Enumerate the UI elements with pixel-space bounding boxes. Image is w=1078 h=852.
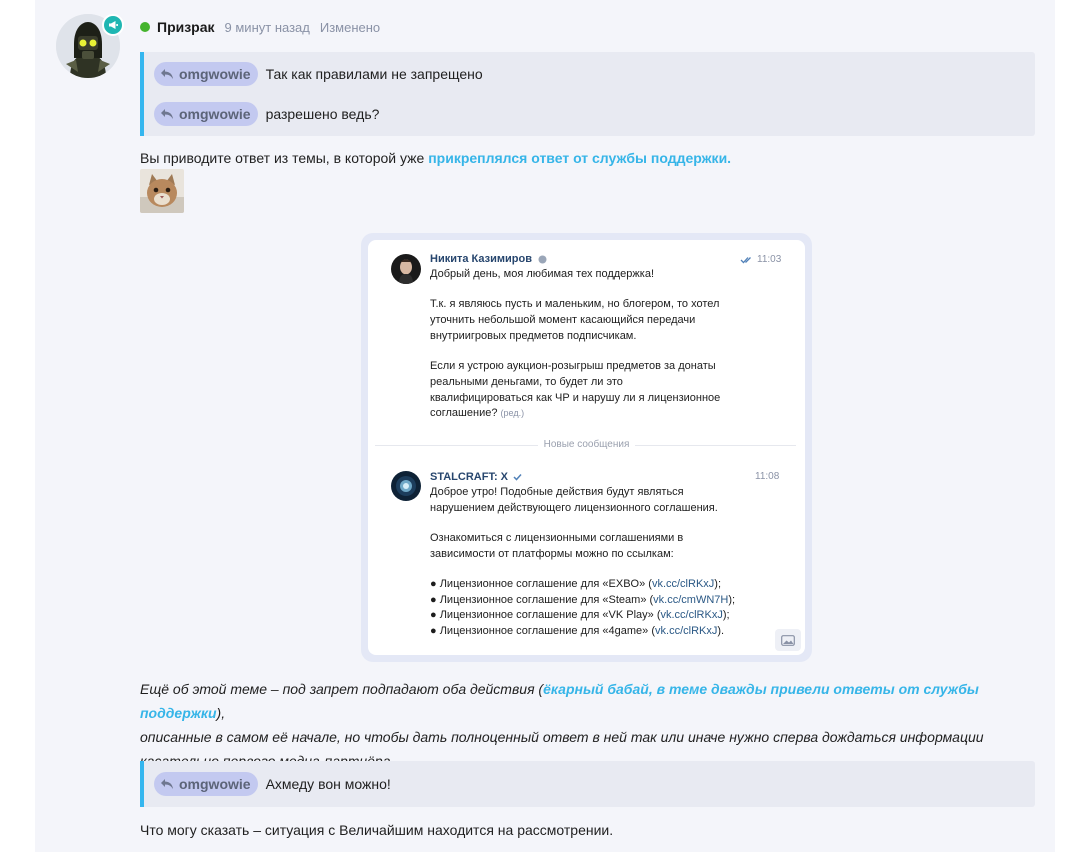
nikita-avatar [391, 254, 421, 284]
quote-text: Ахмеду вон можно! [265, 776, 391, 792]
megaphone-badge-icon [102, 14, 124, 36]
message-line: квалифицироваться как ЧР и нарушу ли я л… [430, 392, 721, 404]
message-line: зависимости от платформы можно по ссылка… [430, 548, 674, 560]
quote-row: omgwowie Ахмеду вон можно! [154, 772, 1035, 796]
mention-user: omgwowie [179, 776, 251, 792]
license-link[interactable]: vk.cc/clRKxJ [661, 609, 723, 621]
quote-text: Так как правилами не запрещено [265, 66, 483, 82]
message-time: 11:08 [755, 471, 780, 482]
quote-row: omgwowie Так как правилами не запрещено [154, 62, 1035, 86]
new-messages-label: Новые сообщения [368, 439, 805, 450]
edited-link[interactable]: Изменено [320, 20, 380, 35]
reply-arrow-icon [161, 109, 173, 119]
message-line: нарушением действующего лицензионного со… [430, 502, 718, 514]
italic-paragraph: Ещё об этой теме – под запрет подпадают … [140, 681, 984, 769]
quote-row: omgwowie разрешено ведь? [154, 102, 1035, 126]
sender-name: Никита Казимиров [430, 253, 547, 265]
message-line: соглашение? (ред.) [430, 407, 525, 419]
mention-badge[interactable]: omgwowie [154, 102, 258, 126]
sender-name: STALCRAFT: X [430, 471, 522, 483]
message-line: Если я устрою аукцион-розыгрыш предметов… [430, 360, 716, 372]
verified-check-icon [513, 473, 522, 481]
quote-block: omgwowie Так как правилами не запрещено … [140, 52, 1035, 136]
message-line: реальными деньгами, то будет ли это [430, 376, 623, 388]
mention-user: omgwowie [179, 106, 251, 122]
quote-text: разрешено ведь? [265, 106, 380, 122]
mention-user: omgwowie [179, 66, 251, 82]
online-status-icon [140, 22, 150, 32]
license-link[interactable]: vk.cc/cmWN7H [653, 594, 728, 606]
license-link[interactable]: vk.cc/clRKxJ [655, 625, 717, 637]
bullet-line: ● Лицензионное соглашение для «EXBO» (vk… [430, 578, 722, 590]
license-link[interactable]: vk.cc/clRKxJ [652, 578, 714, 590]
mention-badge[interactable]: omgwowie [154, 62, 258, 86]
verified-icon [538, 255, 547, 263]
bullet-line: ● Лицензионное соглашение для «VK Play» … [430, 609, 730, 621]
attached-screenshot[interactable]: Никита Казимиров 11:03 Добрый день, моя … [368, 240, 805, 655]
paragraph-text: Вы приводите ответ из темы, в которой уж… [140, 150, 429, 166]
double-check-icon [740, 256, 751, 263]
support-answer-link[interactable]: прикреплялся ответ от службы поддержки. [428, 150, 731, 166]
message-line: Доброе утро! Подобные действия будут явл… [430, 486, 684, 498]
message-line: Добрый день, моя любимая тех поддержка! [430, 268, 655, 280]
bullet-line: ● Лицензионное соглашение для «4game» (v… [430, 625, 725, 637]
post-time[interactable]: 9 минут назад [225, 20, 310, 35]
author-name[interactable]: Призрак [157, 19, 215, 35]
paragraph: Что могу сказать – ситуация с Величайшим… [140, 822, 614, 838]
message-line: Т.к. я являюсь пусть и маленьким, но бло… [430, 298, 720, 310]
bullet-line: ● Лицензионное соглашение для «Steam» (v… [430, 594, 736, 606]
mention-badge[interactable]: omgwowie [154, 772, 258, 796]
post-header: Призрак 9 минут назад Изменено [140, 18, 380, 36]
message-line: внутриигровых предметов подписчикам. [430, 330, 637, 342]
stalcraft-avatar [391, 471, 421, 501]
message-line: уточнить небольшой момент касающийся пер… [430, 314, 696, 326]
edited-mark: (ред.) [500, 408, 525, 418]
quote-block: omgwowie Ахмеду вон можно! [140, 761, 1035, 807]
cat-sticker-image [140, 169, 184, 213]
reply-arrow-icon [161, 779, 173, 789]
reply-arrow-icon [161, 69, 173, 79]
image-icon[interactable] [775, 629, 801, 651]
message-time: 11:03 [740, 254, 781, 265]
message-line: Ознакомиться с лицензионными соглашениям… [430, 532, 684, 544]
paragraph: Вы приводите ответ из темы, в которой уж… [140, 150, 731, 166]
